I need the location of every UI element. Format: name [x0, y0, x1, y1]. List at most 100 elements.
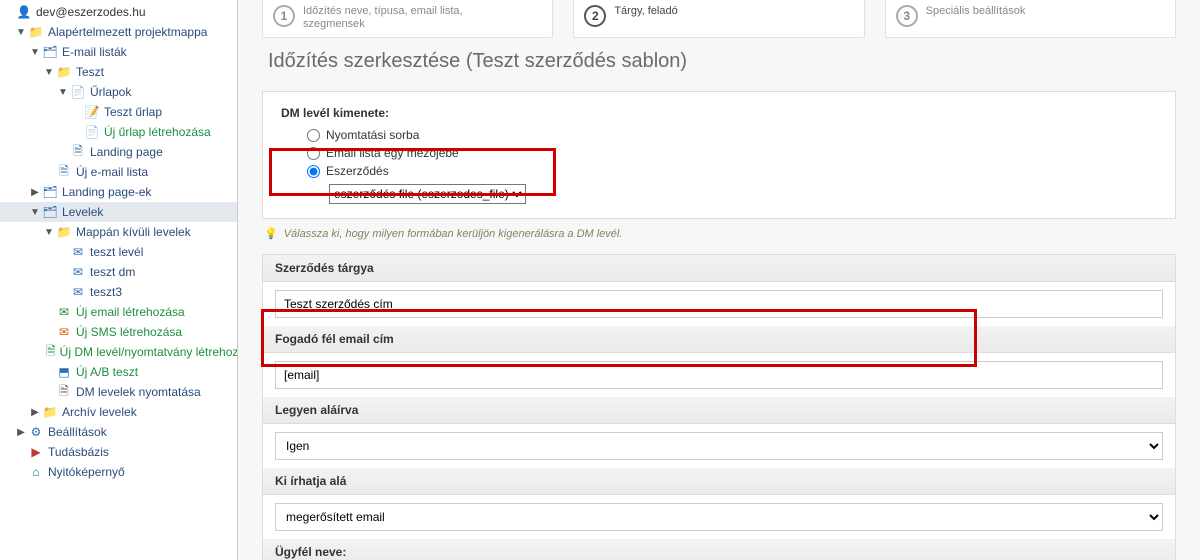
tree-item-label: Mappán kívüli levelek: [76, 225, 191, 239]
step-2-line1: Tárgy, feladó: [614, 5, 677, 18]
tree-item[interactable]: 🗎 Új e-mail lista: [0, 162, 237, 182]
tree-item[interactable]: 📄Új űrlap létrehozása: [0, 122, 237, 142]
expand-icon[interactable]: ▼: [58, 87, 68, 98]
expand-icon[interactable]: ▶: [16, 427, 26, 438]
tree-item[interactable]: ▶🗂 Landing page-ek: [0, 182, 237, 202]
step-1[interactable]: 1 Időzítés neve, típusa, email lista, sz…: [262, 0, 553, 38]
expand-icon[interactable]: ▼: [30, 47, 40, 58]
user-icon: 👤: [16, 4, 32, 20]
field-ki-irhatja-ala-select[interactable]: megerősített email: [275, 503, 1163, 531]
tree-item[interactable]: ✉teszt levél: [0, 242, 237, 262]
radio-email-field[interactable]: Email lista egy mezőjébe: [307, 144, 1157, 162]
tree-icon: ✉: [56, 324, 72, 340]
field-legyen-alairva-select[interactable]: Igen: [275, 432, 1163, 460]
tree-item[interactable]: 🗎 Új DM levél/nyomtatvány létrehozása: [0, 342, 237, 362]
tree-item[interactable]: ⬒Új A/B teszt: [0, 362, 237, 382]
tree-item[interactable]: 🗎 DM levelek nyomtatása: [0, 382, 237, 402]
hint-text: Válassza ki, hogy milyen formában kerülj…: [284, 228, 623, 240]
tree-item-label: Beállítások: [48, 425, 107, 439]
expand-icon[interactable]: ▼: [44, 67, 54, 78]
tree-item-label: Új e-mail lista: [76, 165, 148, 179]
tree-item[interactable]: 🗎 Landing page: [0, 142, 237, 162]
radio-email-field-input[interactable]: [307, 147, 320, 160]
expand-icon[interactable]: ▼: [44, 227, 54, 238]
tree-icon: 🗎: [70, 144, 86, 160]
field-szerzodes-targya-head: Szerződés tárgya: [263, 255, 1175, 282]
tree-icon: ▶: [28, 444, 44, 460]
expand-icon[interactable]: ▼: [30, 207, 40, 218]
tree-item[interactable]: ▼🗂 E-mail listák: [0, 42, 237, 62]
tree-item-label: teszt3: [90, 285, 122, 299]
tree-item[interactable]: ▼📁 Teszt: [0, 62, 237, 82]
expand-icon[interactable]: ▶: [30, 187, 40, 198]
tree-item-label: Levelek: [62, 205, 103, 219]
tree-item[interactable]: ✉teszt dm: [0, 262, 237, 282]
tree-item-label: Landing page-ek: [62, 185, 151, 199]
radio-eszerzodes-input[interactable]: [307, 165, 320, 178]
field-ki-irhatja-ala-head: Ki írhatja alá: [263, 468, 1175, 495]
radio-print-queue-input[interactable]: [307, 129, 320, 142]
tree-icon: ✉: [70, 284, 86, 300]
tree-item[interactable]: 📝Teszt űrlap: [0, 102, 237, 122]
tree-icon: 📁: [56, 64, 72, 80]
tree-icon: 🗎: [46, 344, 56, 360]
tree-item-label: Új SMS létrehozása: [76, 325, 182, 339]
tree-item-label: Új DM levél/nyomtatvány létrehozása: [60, 345, 238, 359]
tree-icon: 🗎: [56, 164, 72, 180]
tree-item[interactable]: ▼📄Űrlapok: [0, 82, 237, 102]
tree-icon: ✉: [70, 264, 86, 280]
tree-item-label: Landing page: [90, 145, 163, 159]
tree-icon: 📄: [70, 84, 86, 100]
radio-email-field-label: Email lista egy mezőjébe: [326, 146, 459, 160]
tree-item[interactable]: ✉ Új SMS létrehozása: [0, 322, 237, 342]
tree-item-label: Nyitóképernyő: [48, 465, 125, 479]
step-2[interactable]: 2 Tárgy, feladó: [573, 0, 864, 38]
tree-item-label: Teszt: [76, 65, 104, 79]
expand-icon[interactable]: ▼: [16, 27, 26, 38]
tree-item[interactable]: ✉Új email létrehozása: [0, 302, 237, 322]
tree-icon: ⌂: [28, 464, 44, 480]
output-panel: DM levél kimenete: Nyomtatási sorba Emai…: [262, 91, 1176, 219]
field-fogado-email-input[interactable]: [275, 361, 1163, 389]
tree-icon: 🗎: [56, 384, 72, 400]
tree-item-label: DM levelek nyomtatása: [76, 385, 201, 399]
tree-item-label: Teszt űrlap: [104, 105, 162, 119]
step-1-line2: szegmensek: [303, 18, 463, 31]
nav-tree: ▼📁Alapértelmezett projektmappa▼🗂E-mail l…: [0, 22, 237, 482]
eszerzodes-file-select[interactable]: eszerződés file (eszerzodes_file): [329, 184, 526, 204]
tree-item[interactable]: ▼📁Mappán kívüli levelek: [0, 222, 237, 242]
form-section: Szerződés tárgya Fogadó fél email cím Le…: [262, 254, 1176, 560]
tree-icon: ✉: [56, 304, 72, 320]
page-title: Időzítés szerkesztése (Teszt szerződés s…: [268, 50, 1176, 73]
field-szerzodes-targya-input[interactable]: [275, 290, 1163, 318]
expand-icon[interactable]: ▶: [30, 407, 40, 418]
radio-print-queue[interactable]: Nyomtatási sorba: [307, 126, 1157, 144]
tree-item[interactable]: ▶📁Archív levelek: [0, 402, 237, 422]
tree-icon: 🗂: [42, 44, 58, 60]
tree-item[interactable]: ▼📁 Alapértelmezett projektmappa: [0, 22, 237, 42]
tree-icon: 📄: [84, 124, 100, 140]
radio-eszerzodes[interactable]: Eszerződés: [307, 162, 1157, 180]
tree-item[interactable]: ▶⚙ Beállítások: [0, 422, 237, 442]
tree-item[interactable]: ▶ Tudásbázis: [0, 442, 237, 462]
tree-item[interactable]: ✉ teszt3: [0, 282, 237, 302]
tree-item-label: E-mail listák: [62, 45, 127, 59]
stepper: 1 Időzítés neve, típusa, email lista, sz…: [262, 0, 1176, 38]
field-fogado-email-head: Fogadó fél email cím: [263, 326, 1175, 353]
main-content: 1 Időzítés neve, típusa, email lista, sz…: [238, 0, 1200, 560]
tree-icon: ⚙: [28, 424, 44, 440]
tree-icon: ⬒: [56, 364, 72, 380]
tree-item-label: Alapértelmezett projektmappa: [48, 25, 207, 39]
tree-icon: 📁: [28, 24, 44, 40]
tree-item-label: Tudásbázis: [48, 445, 109, 459]
step-1-number: 1: [273, 5, 295, 27]
output-heading: DM levél kimenete:: [281, 106, 1157, 120]
step-3[interactable]: 3 Speciális beállítások: [885, 0, 1176, 38]
account-email[interactable]: 👤 dev@eszerzodes.hu: [0, 2, 237, 22]
tree-item[interactable]: ⌂ Nyitóképernyő: [0, 462, 237, 482]
bulb-icon: 💡: [264, 227, 278, 240]
tree-item[interactable]: ▼🗂Levelek: [0, 202, 237, 222]
step-1-line1: Időzítés neve, típusa, email lista,: [303, 5, 463, 18]
tree-item-label: teszt levél: [90, 245, 143, 259]
tree-icon: 🗂: [42, 184, 58, 200]
